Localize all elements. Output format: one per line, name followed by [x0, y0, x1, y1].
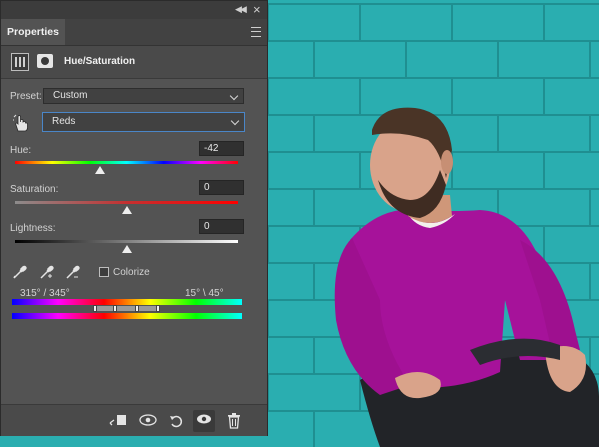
tab-bar: Properties	[1, 19, 267, 46]
result-color-bar	[12, 313, 242, 319]
range-falloff-left-handle[interactable]	[93, 305, 97, 312]
saturation-value-field[interactable]: 0	[199, 180, 244, 195]
hue-label: Hue:	[10, 145, 32, 156]
color-range-band[interactable]	[95, 306, 159, 311]
source-color-bar	[12, 299, 242, 305]
layer-mask-icon[interactable]	[37, 54, 53, 68]
saturation-slider-thumb[interactable]	[121, 206, 132, 214]
close-icon[interactable]: ×	[253, 2, 261, 17]
channel-dropdown[interactable]: Reds	[42, 112, 245, 132]
colorize-checkbox[interactable]	[99, 267, 109, 277]
channel-value: Reds	[52, 116, 76, 127]
properties-panel: ◀◀ × Properties Hue/Saturation Preset: C…	[0, 0, 268, 436]
chevron-down-icon	[229, 91, 239, 101]
delete-icon[interactable]	[225, 413, 243, 429]
adjustment-title: Hue/Saturation	[64, 56, 136, 67]
hue-value-field[interactable]: -42	[199, 141, 244, 156]
hue-slider-track[interactable]	[15, 161, 238, 164]
adjustment-header: Hue/Saturation	[1, 46, 267, 79]
view-previous-state-icon[interactable]	[138, 413, 157, 429]
lightness-slider-thumb[interactable]	[121, 245, 132, 253]
range-left-handle[interactable]	[113, 305, 117, 312]
bottom-toolbar	[1, 404, 267, 436]
preset-label: Preset:	[10, 91, 42, 102]
lightness-value-field[interactable]: 0	[199, 219, 244, 234]
tab-properties[interactable]: Properties	[1, 19, 65, 45]
lightness-label: Lightness:	[10, 223, 56, 234]
visibility-icon[interactable]	[193, 410, 215, 432]
eyedropper-subtract-icon[interactable]	[65, 264, 81, 280]
saturation-slider-track[interactable]	[15, 201, 238, 204]
range-left-label: 315° / 345°	[20, 288, 70, 299]
range-falloff-right-handle[interactable]	[156, 305, 160, 312]
range-right-handle[interactable]	[135, 305, 139, 312]
eyedropper-icon[interactable]	[12, 264, 28, 280]
panel-title-strip: ◀◀ ×	[1, 1, 267, 19]
hue-saturation-icon[interactable]	[11, 53, 29, 71]
clip-to-layer-icon[interactable]	[109, 413, 127, 429]
hue-slider-thumb[interactable]	[94, 166, 105, 174]
eyedropper-add-icon[interactable]	[39, 264, 55, 280]
double-chevron-icon[interactable]: ◀◀	[235, 4, 247, 15]
preset-dropdown[interactable]: Custom	[43, 88, 244, 104]
range-right-label: 15° \ 45°	[185, 288, 224, 299]
preset-value: Custom	[53, 90, 88, 101]
saturation-label: Saturation:	[10, 184, 59, 195]
hand-target-icon[interactable]	[13, 114, 29, 135]
chevron-down-icon	[230, 116, 240, 126]
hamburger-icon[interactable]	[251, 27, 261, 37]
reset-icon[interactable]	[167, 413, 185, 429]
lightness-slider-track[interactable]	[15, 240, 238, 243]
colorize-label: Colorize	[113, 267, 150, 278]
